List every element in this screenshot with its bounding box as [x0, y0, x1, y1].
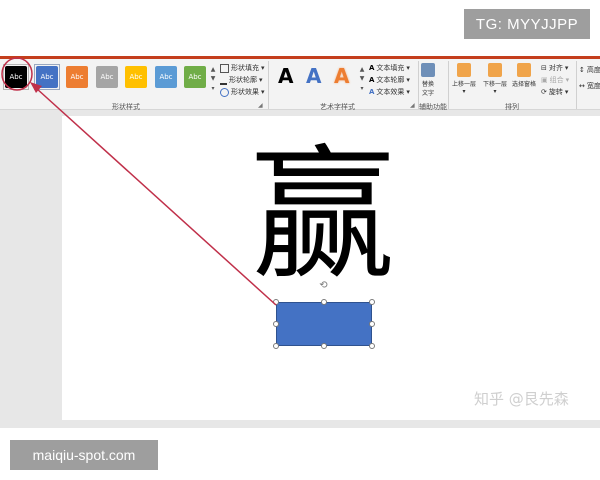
site-watermark-badge: maiqiu-spot.com: [10, 440, 158, 470]
annotation-circle: [1, 57, 33, 91]
annotation-arrow-line: [35, 87, 277, 306]
annotation-overlay: [1, 57, 277, 306]
